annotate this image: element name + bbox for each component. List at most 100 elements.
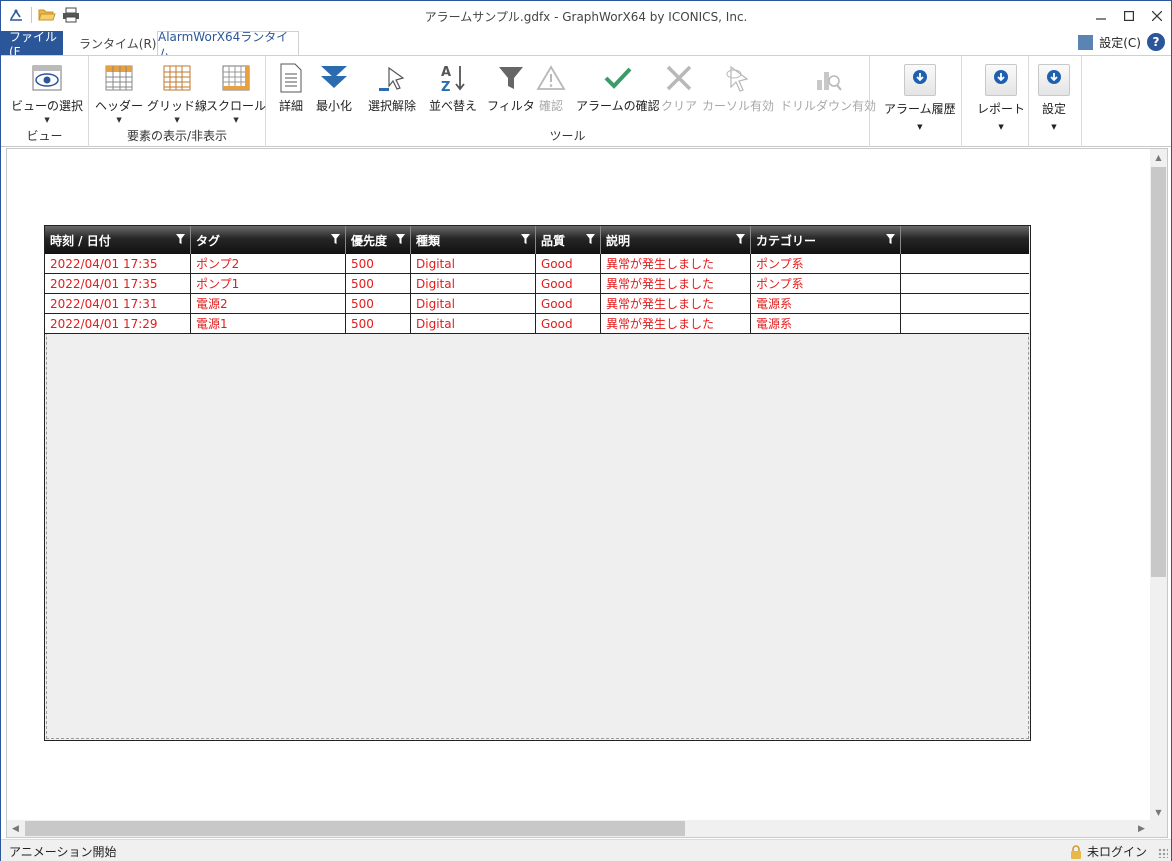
login-status[interactable]: 未ログイン — [1070, 843, 1147, 860]
column-header-time[interactable]: 時刻 / 日付 — [45, 226, 191, 254]
drilldown-enabled-button[interactable]: ドリルダウン有効 — [780, 62, 876, 114]
tab-alarmworx-runtime[interactable]: AlarmWorX64ランタイム — [157, 30, 299, 61]
settings-color-icon — [1078, 34, 1094, 50]
minimize-window-button[interactable] — [1087, 1, 1115, 31]
vertical-scrollbar[interactable]: ▲ ▼ — [1150, 149, 1167, 821]
download-circle-icon — [1038, 64, 1070, 96]
alarm-grid-rows: 2022/04/01 17:35 ポンプ2 500 Digital Good 異… — [45, 254, 1029, 334]
filter-icon[interactable] — [521, 234, 530, 244]
cursor-enabled-button[interactable]: カーソル有効 — [702, 62, 774, 114]
deselect-button[interactable]: 選択解除 — [368, 62, 416, 114]
filter-button[interactable]: フィルタ — [487, 62, 535, 114]
cell-time: 2022/04/01 17:35 — [45, 254, 191, 273]
close-window-button[interactable] — [1143, 1, 1171, 31]
column-header-label: 優先度 — [351, 233, 388, 248]
maximize-window-button[interactable] — [1115, 1, 1143, 31]
ribbon: ビューの選択 ▼ ビュー ヘッダー ▼ グリッド線 ▼ スクロール ▼ 要素の表… — [1, 55, 1171, 147]
clear-button[interactable]: クリア — [661, 62, 697, 114]
settings-area: 設定(C) ? — [1078, 33, 1165, 51]
cell-tag: 電源1 — [191, 314, 346, 333]
chevron-down-icon: ▼ — [1051, 123, 1057, 131]
ack-alarm-button[interactable]: アラームの確認 — [576, 62, 660, 114]
horizontal-scrollbar[interactable]: ◀ ▶ — [7, 820, 1167, 837]
cell-tag: 電源2 — [191, 294, 346, 313]
gridlines-button[interactable]: グリッド線 ▼ — [147, 62, 207, 124]
report-button[interactable]: レポート ▼ — [977, 64, 1025, 131]
lock-icon — [1070, 844, 1082, 859]
help-icon[interactable]: ? — [1147, 33, 1165, 51]
settings-menu[interactable]: 設定(C) — [1099, 34, 1141, 51]
column-header-label: タグ — [196, 233, 221, 248]
filter-icon[interactable] — [331, 234, 340, 244]
tab-runtime[interactable]: ランタイム(R) — [79, 31, 156, 56]
table-row[interactable]: 2022/04/01 17:31 電源2 500 Digital Good 異常… — [45, 294, 1029, 314]
table-row[interactable]: 2022/04/01 17:35 ポンプ1 500 Digital Good 異… — [45, 274, 1029, 294]
header-button[interactable]: ヘッダー ▼ — [95, 62, 143, 124]
scroll-right-icon[interactable]: ▶ — [1133, 820, 1150, 837]
vertical-scroll-thumb[interactable] — [1151, 167, 1166, 577]
alarm-history-button[interactable]: アラーム履歴 ▼ — [884, 64, 956, 131]
filter-icon[interactable] — [736, 234, 745, 244]
column-header-label: カテゴリー — [756, 233, 817, 248]
cell-filler — [901, 294, 1029, 313]
group-alarm-history: アラーム履歴 ▼ — [870, 56, 962, 147]
cell-description: 異常が発生しました — [601, 314, 751, 333]
alarm-grid-header: 時刻 / 日付 タグ 優先度 種類 品質 説明 カテゴリー — [45, 226, 1029, 254]
table-row[interactable]: 2022/04/01 17:35 ポンプ2 500 Digital Good 異… — [45, 254, 1029, 274]
cell-priority: 500 — [346, 314, 411, 333]
alarm-grid[interactable]: 時刻 / 日付 タグ 優先度 種類 品質 説明 カテゴリー 2022/04/01… — [44, 225, 1031, 741]
tab-file[interactable]: ファイル(F — [1, 30, 63, 59]
select-view-button[interactable]: ビューの選択 ▼ — [11, 62, 83, 124]
group-settings: 設定 ▼ — [1029, 56, 1082, 147]
gridlines-icon — [160, 62, 194, 94]
scroll-button[interactable]: スクロール ▼ — [206, 62, 266, 124]
column-header-type[interactable]: 種類 — [411, 226, 536, 254]
column-header-label: 時刻 / 日付 — [50, 233, 111, 248]
scroll-left-icon[interactable]: ◀ — [7, 820, 24, 837]
header-table-icon — [102, 62, 136, 94]
document-icon — [274, 62, 308, 94]
eye-icon — [30, 62, 64, 94]
sort-az-icon: AZ — [436, 62, 470, 94]
horizontal-scroll-thumb[interactable] — [25, 821, 685, 836]
table-row[interactable]: 2022/04/01 17:29 電源1 500 Digital Good 異常… — [45, 314, 1029, 334]
details-button[interactable]: 詳細 — [274, 62, 308, 114]
display-canvas: 時刻 / 日付 タグ 優先度 種類 品質 説明 カテゴリー 2022/04/01… — [6, 148, 1168, 838]
cell-category: 電源系 — [751, 314, 901, 333]
resize-grip-icon[interactable] — [1158, 848, 1168, 858]
group-tools: 詳細 最小化 選択解除 AZ 並べ替え フィルタ 確認 アラームの確認 クリア … — [266, 56, 876, 147]
scroll-down-icon[interactable]: ▼ — [1150, 804, 1167, 821]
scroll-table-icon — [219, 62, 253, 94]
scroll-up-icon[interactable]: ▲ — [1150, 149, 1167, 166]
filter-funnel-icon — [494, 62, 528, 94]
cursor-eye-icon — [721, 62, 755, 94]
cell-type: Digital — [411, 314, 536, 333]
download-circle-icon — [903, 64, 936, 96]
settings-button[interactable]: 設定 ▼ — [1038, 64, 1070, 131]
group-report: レポート ▼ — [962, 56, 1029, 147]
column-header-category[interactable]: カテゴリー — [751, 226, 901, 254]
checkmark-icon — [601, 62, 635, 94]
cell-tag: ポンプ1 — [191, 274, 346, 293]
column-header-description[interactable]: 説明 — [601, 226, 751, 254]
chevron-down-icon: ▼ — [917, 123, 923, 131]
select-view-label: ビューの選択 — [11, 99, 84, 113]
filter-icon[interactable] — [586, 234, 595, 244]
group-label-elements: 要素の表示/非表示 — [126, 129, 228, 143]
column-header-tag[interactable]: タグ — [191, 226, 346, 254]
svg-text:Z: Z — [441, 80, 450, 93]
column-header-quality[interactable]: 品質 — [536, 226, 601, 254]
filter-icon[interactable] — [396, 234, 405, 244]
filter-icon[interactable] — [886, 234, 895, 244]
cell-quality: Good — [536, 254, 601, 273]
minimize-button[interactable]: 最小化 — [316, 62, 352, 114]
cell-category: ポンプ系 — [751, 274, 901, 293]
deselect-label: 選択解除 — [368, 99, 417, 113]
column-header-priority[interactable]: 優先度 — [346, 226, 411, 254]
sort-button[interactable]: AZ 並べ替え — [429, 62, 477, 114]
ack-button[interactable]: 確認 — [534, 62, 568, 114]
filter-icon[interactable] — [176, 234, 185, 244]
alarm-history-label: アラーム履歴 — [884, 102, 956, 116]
double-chevron-down-icon — [317, 62, 351, 94]
app-window: アラームサンプル.gdfx - GraphWorX64 by ICONICS, … — [0, 0, 1172, 861]
